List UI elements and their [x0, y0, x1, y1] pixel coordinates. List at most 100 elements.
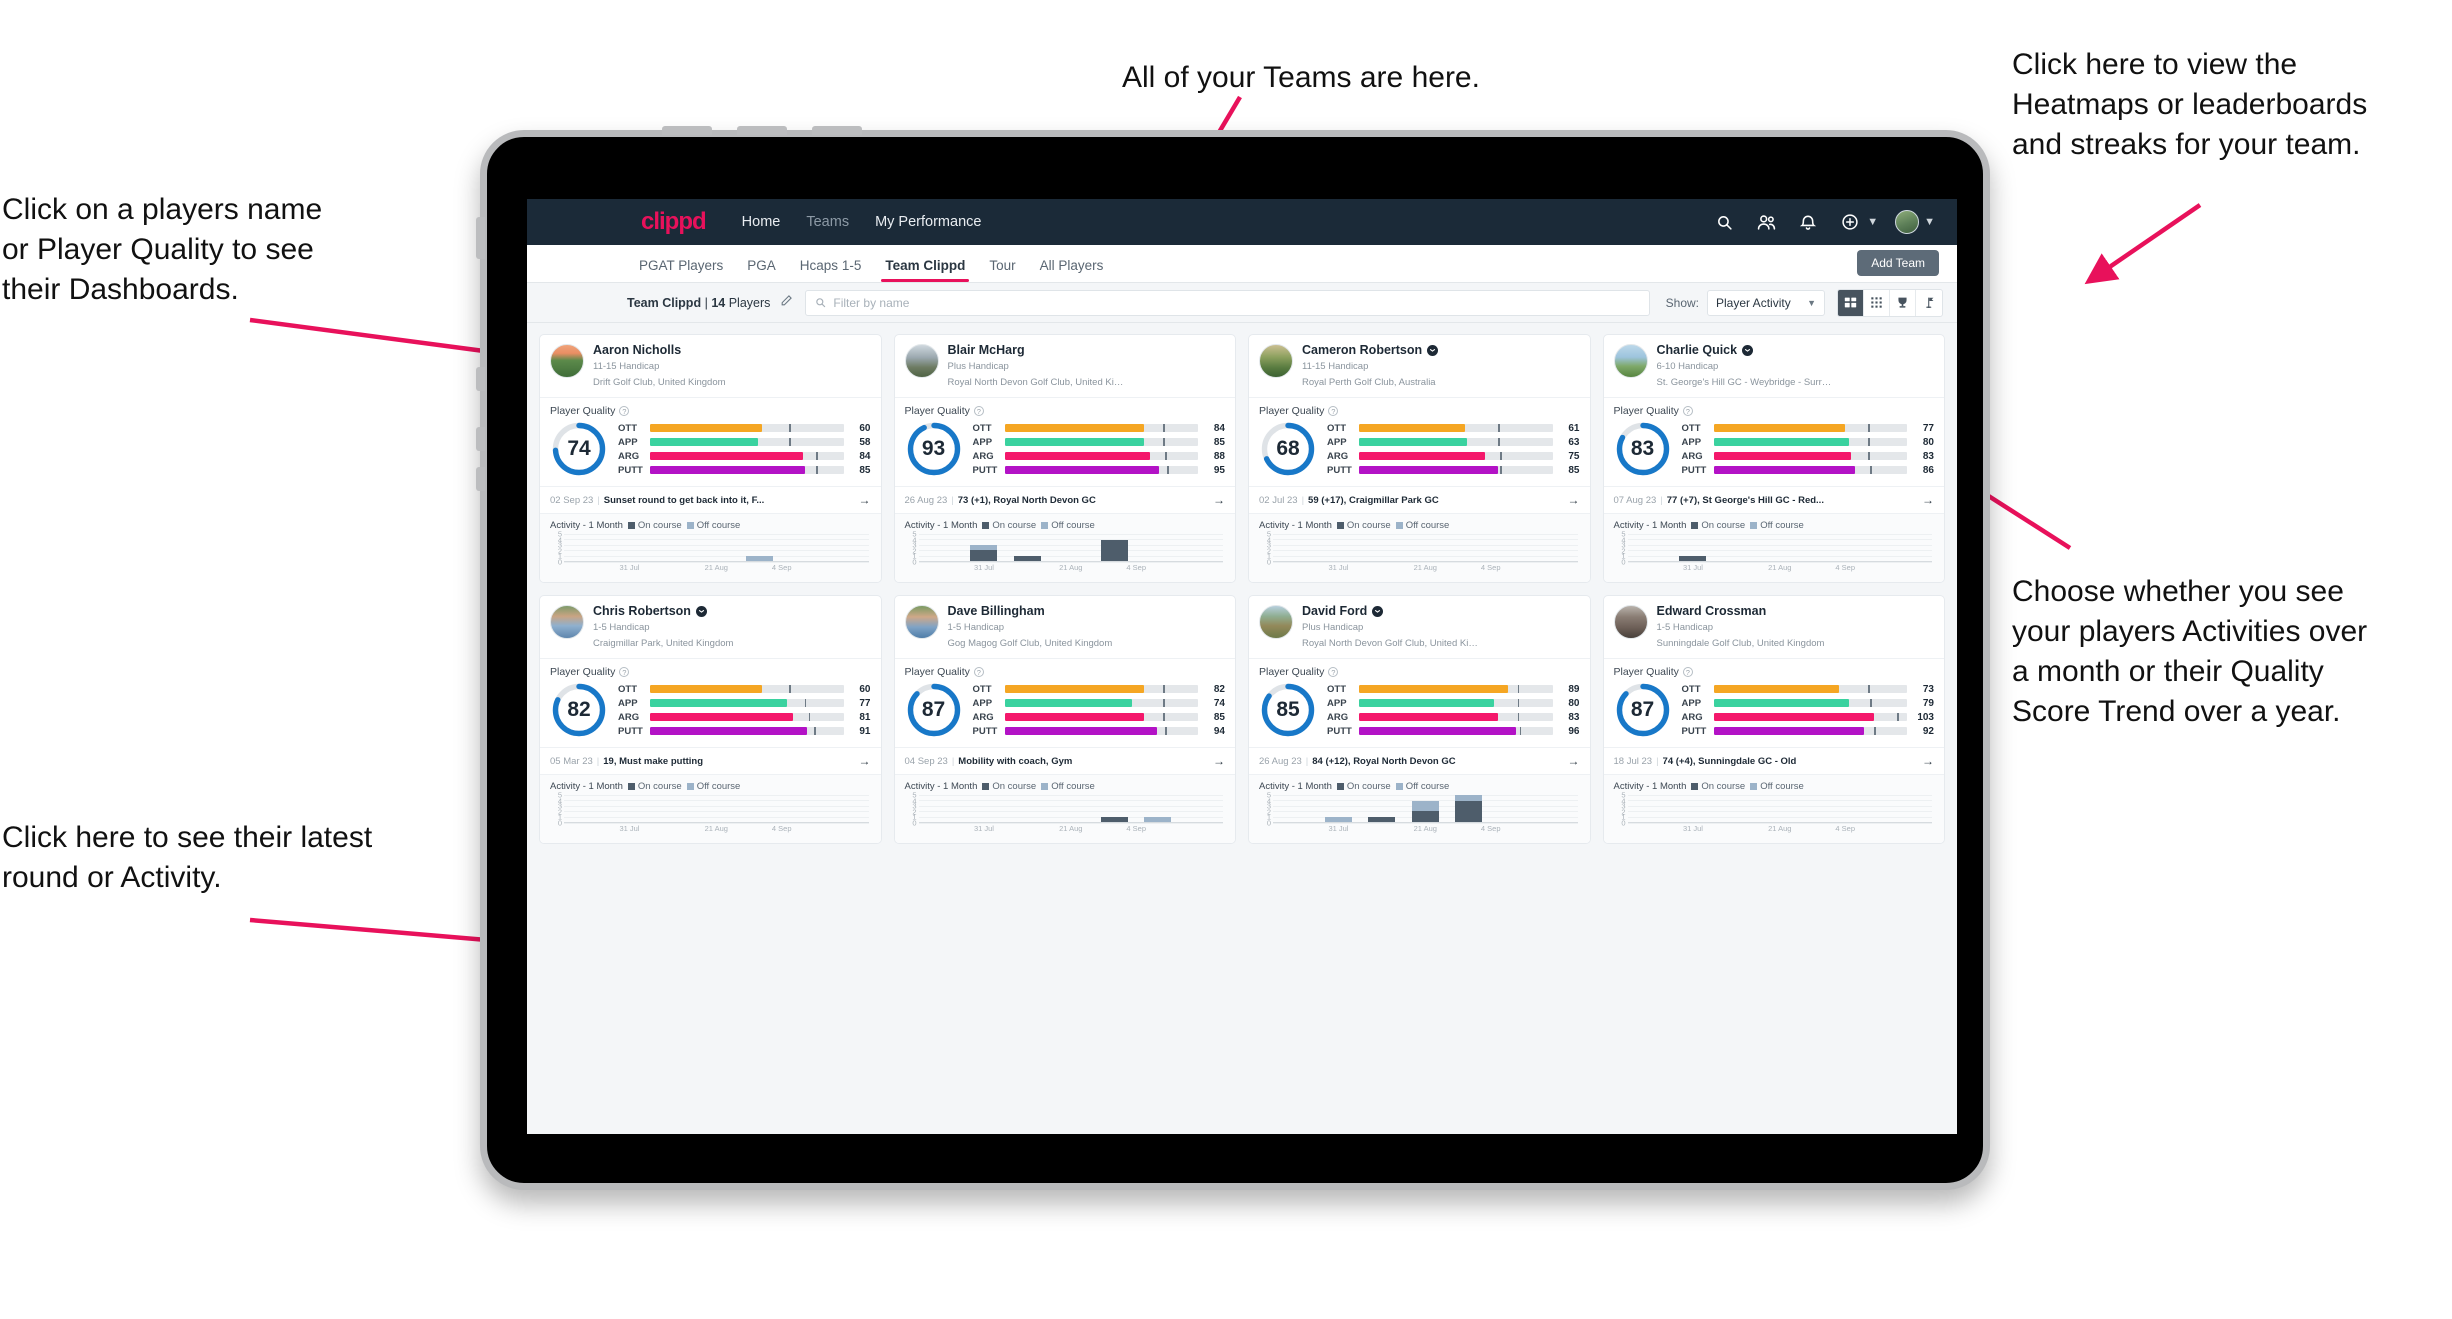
help-icon[interactable]: ?: [973, 406, 984, 417]
player-name[interactable]: Dave Billingham: [948, 604, 1113, 619]
player-card[interactable]: Aaron Nicholls 11-15 Handicap Drift Golf C…: [539, 334, 882, 583]
search-input[interactable]: Filter by name: [805, 289, 1650, 316]
player-card-header[interactable]: Charlie Quick 6-10 Handicap St. George's H…: [1604, 335, 1945, 397]
player-quality-section[interactable]: Player Quality? 87 OTT 82 APP 74 ARG 85 PUTT 94: [894, 658, 1235, 747]
latest-round-text: Mobility with coach, Gym: [958, 755, 1073, 767]
pencil-icon[interactable]: [780, 294, 793, 312]
latest-round-row[interactable]: 02 Jul 23 | 59 (+17), Craigmillar Park GC →: [1249, 486, 1590, 513]
plus-circle-icon[interactable]: [1837, 209, 1863, 235]
player-card[interactable]: Chris Robertson 1-5 Handicap Craigmillar P…: [539, 595, 882, 844]
player-quality-section[interactable]: Player Quality? 87 OTT 73 APP 79 ARG 103 PUTT 92: [1603, 658, 1944, 747]
help-icon[interactable]: ?: [619, 667, 630, 678]
player-card[interactable]: Cameron Robertson 11-15 Handicap Royal Per…: [1248, 334, 1591, 583]
player-name[interactable]: Cameron Robertson: [1302, 343, 1439, 358]
clippd-logo[interactable]: clippd: [641, 208, 707, 236]
show-select[interactable]: Player Activity ▼: [1707, 289, 1825, 316]
latest-round-arrow-icon[interactable]: →: [1568, 754, 1580, 768]
player-quality-section[interactable]: Player Quality? 85 OTT 89 APP 80 ARG 83 PUTT 96: [1249, 658, 1590, 747]
player-card-header[interactable]: Edward Crossman 1-5 Handicap Sunningdale G…: [1604, 596, 1945, 658]
nav-link-my-performance[interactable]: My Performance: [875, 214, 981, 230]
metric-bar: [1713, 438, 1907, 447]
cards-view-button[interactable]: [1838, 289, 1864, 316]
chart-plot-area: [918, 794, 1223, 824]
latest-round-arrow-icon[interactable]: →: [859, 493, 871, 507]
player-quality-section[interactable]: Player Quality? 83 OTT 77 APP 80 ARG 83 PUTT 86: [1603, 397, 1944, 486]
latest-round-row[interactable]: 02 Sep 23 | Sunset round to get back into …: [540, 486, 881, 513]
tab-tour[interactable]: Tour: [977, 258, 1027, 282]
player-card[interactable]: David Ford Plus Handicap Royal North Devon…: [1248, 595, 1591, 844]
help-icon[interactable]: ?: [1328, 667, 1339, 678]
people-icon[interactable]: [1753, 209, 1779, 235]
player-name[interactable]: Edward Crossman: [1657, 604, 1825, 619]
tab-all-players[interactable]: All Players: [1028, 258, 1116, 282]
help-icon[interactable]: ?: [1682, 406, 1693, 417]
player-quality-section[interactable]: Player Quality? 68 OTT 61 APP 63 ARG 75 PUTT 85: [1249, 397, 1590, 486]
bell-icon[interactable]: [1795, 209, 1821, 235]
player-card[interactable]: Blair McHarg Plus Handicap Royal North Dev…: [893, 334, 1236, 583]
player-card-header[interactable]: Chris Robertson 1-5 Handicap Craigmillar P…: [540, 596, 881, 658]
player-card[interactable]: Dave Billingham 1-5 Handicap Gog Magog Gol…: [893, 595, 1236, 844]
player-card-header[interactable]: Dave Billingham 1-5 Handicap Gog Magog Gol…: [895, 596, 1236, 658]
player-name[interactable]: Blair McHarg: [948, 343, 1126, 358]
search-icon[interactable]: [1711, 209, 1737, 235]
latest-round-row[interactable]: 05 Mar 23 | 19, Must make putting →: [540, 747, 881, 774]
annotation-teams: All of your Teams are here.: [1122, 61, 1480, 94]
latest-round-row[interactable]: 26 Aug 23 | 73 (+1), Royal North Devon GC →: [894, 486, 1235, 513]
latest-round-date: 18 Jul 23: [1613, 755, 1653, 767]
avatar[interactable]: [1894, 209, 1920, 235]
latest-round-row[interactable]: 04 Sep 23 | Mobility with coach, Gym →: [894, 747, 1235, 774]
leaderboard-view-button[interactable]: [1890, 289, 1916, 316]
tab-pga[interactable]: PGA: [735, 258, 788, 282]
heatmap-view-button[interactable]: [1916, 290, 1942, 316]
profile-chevron-down-icon[interactable]: ▼: [1924, 216, 1935, 228]
add-team-button[interactable]: Add Team: [1857, 250, 1939, 276]
help-icon[interactable]: ?: [619, 406, 630, 417]
metric-row: ARG 85: [973, 712, 1226, 723]
chart-x-tick: 31 Jul: [973, 563, 994, 572]
latest-round-arrow-icon[interactable]: →: [1213, 493, 1225, 507]
metric-value: 81: [859, 711, 871, 723]
help-icon[interactable]: ?: [1682, 667, 1693, 678]
player-quality-label: Player Quality: [1613, 666, 1679, 679]
tab-team-clippd[interactable]: Team Clippd: [873, 258, 977, 282]
metric-label: ARG: [618, 450, 640, 462]
plus-menu-chevron-down-icon[interactable]: ▼: [1867, 216, 1878, 228]
player-name[interactable]: Aaron Nicholls: [593, 343, 726, 358]
nav-link-teams[interactable]: Teams: [806, 214, 849, 230]
player-handicap: 6-10 Handicap: [1656, 360, 1719, 372]
chart-bar-slot: [1093, 534, 1137, 561]
metric-label: PUTT: [1681, 725, 1707, 737]
latest-round-arrow-icon[interactable]: →: [1213, 754, 1225, 768]
latest-round-arrow-icon[interactable]: →: [1922, 754, 1934, 768]
latest-round-arrow-icon[interactable]: →: [859, 754, 871, 768]
metric-row: APP 85: [973, 437, 1226, 448]
help-icon[interactable]: ?: [973, 667, 984, 678]
compact-view-button[interactable]: [1864, 289, 1890, 316]
player-card-header[interactable]: Cameron Robertson 11-15 Handicap Royal Per…: [1249, 335, 1590, 397]
latest-round-arrow-icon[interactable]: →: [1568, 493, 1580, 507]
player-quality-section[interactable]: Player Quality? 93 OTT 84 APP 85 ARG 88 PUTT 95: [894, 397, 1235, 486]
chart-x-tick: 31 Jul: [1682, 563, 1703, 572]
player-name[interactable]: Charlie Quick: [1657, 343, 1835, 358]
player-quality-section[interactable]: Player Quality? 82 OTT 60 APP 77 ARG 81 PUTT 91: [540, 658, 881, 747]
latest-round-row[interactable]: 18 Jul 23 | 74 (+4), Sunningdale GC - Old →: [1603, 747, 1944, 774]
chart-plot-area: [1627, 533, 1932, 563]
player-card-header[interactable]: Aaron Nicholls 11-15 Handicap Drift Golf C…: [540, 335, 881, 397]
metric-label: APP: [1327, 436, 1347, 448]
player-card[interactable]: Edward Crossman 1-5 Handicap Sunningdale G…: [1602, 595, 1945, 844]
player-card-header[interactable]: Blair McHarg Plus Handicap Royal North Dev…: [895, 335, 1236, 397]
filter-toolbar: Team Clippd | 14 Players Filter by name: [527, 283, 1957, 323]
metric-row: PUTT 91: [618, 726, 871, 737]
latest-round-arrow-icon[interactable]: →: [1922, 493, 1934, 507]
player-card-header[interactable]: David Ford Plus Handicap Royal North Devon…: [1249, 596, 1590, 658]
tab-hcaps-1-5[interactable]: Hcaps 1-5: [788, 258, 874, 282]
latest-round-row[interactable]: 07 Aug 23 | 77 (+7), St George's Hill GC -…: [1603, 486, 1944, 513]
help-icon[interactable]: ?: [1328, 406, 1339, 417]
player-name[interactable]: David Ford: [1302, 604, 1480, 619]
player-quality-section[interactable]: Player Quality? 74 OTT 60 APP 58 ARG 84 PUTT 85: [540, 397, 881, 486]
player-card[interactable]: Charlie Quick 6-10 Handicap St. George's H…: [1602, 334, 1945, 583]
latest-round-row[interactable]: 26 Aug 23 | 84 (+12), Royal North Devon GC…: [1249, 747, 1590, 774]
tab-pgat-players[interactable]: PGAT Players: [627, 258, 735, 282]
player-name[interactable]: Chris Robertson: [593, 604, 733, 619]
nav-link-home[interactable]: Home: [742, 214, 781, 230]
